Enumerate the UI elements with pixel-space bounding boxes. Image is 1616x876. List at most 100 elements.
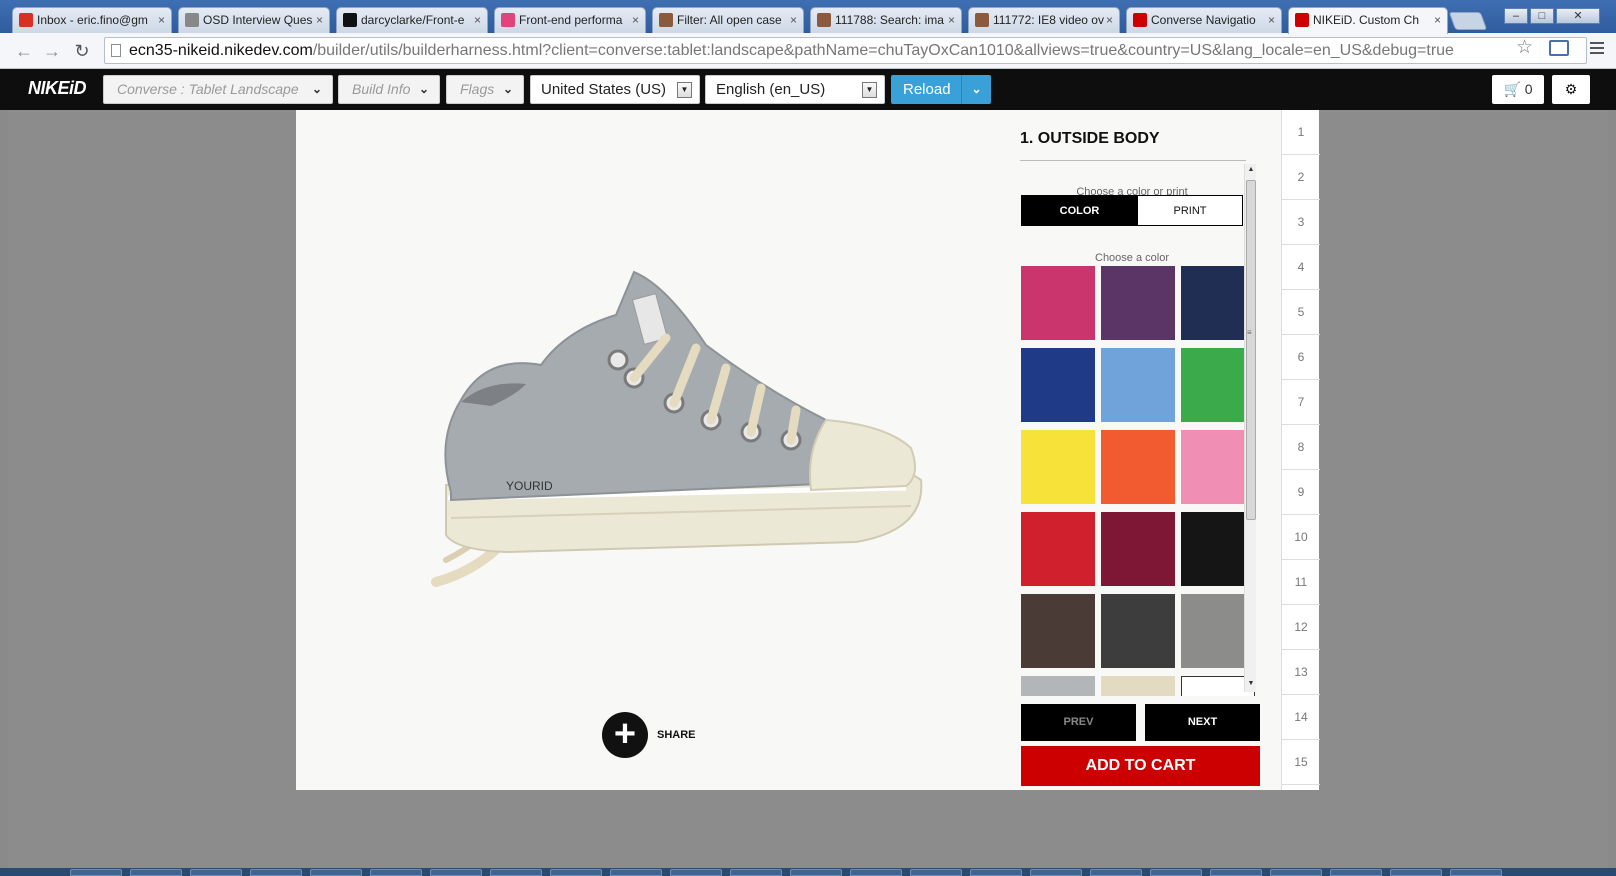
step-number[interactable]: 12 [1282, 605, 1320, 650]
taskbar-item[interactable] [1450, 869, 1502, 876]
taskbar-item[interactable] [910, 869, 962, 876]
color-swatch[interactable] [1101, 512, 1175, 586]
browser-tab[interactable]: NIKEiD. Custom Ch × [1288, 7, 1448, 34]
url-text[interactable]: ecn35-nikeid.nikedev.com/builder/utils/b… [129, 42, 1454, 60]
panel-scrollbar[interactable]: ▲ ≡ ▼ [1244, 164, 1256, 692]
print-toggle[interactable]: PRINT [1137, 195, 1243, 226]
step-number[interactable]: 5 [1282, 290, 1320, 335]
add-to-cart-button[interactable]: ADD TO CART [1021, 746, 1260, 786]
taskbar-item[interactable] [730, 869, 782, 876]
taskbar-item[interactable] [370, 869, 422, 876]
close-tab-icon[interactable]: × [1268, 8, 1275, 32]
color-swatch[interactable] [1101, 676, 1175, 696]
next-button[interactable]: NEXT [1145, 704, 1260, 741]
cart-button[interactable]: 🛒 0 [1492, 75, 1544, 104]
browser-tab[interactable]: 111772: IE8 video ov × [968, 7, 1120, 33]
close-tab-icon[interactable]: × [948, 8, 955, 32]
color-swatch[interactable] [1101, 348, 1175, 422]
close-tab-icon[interactable]: × [158, 8, 165, 32]
taskbar-item[interactable] [250, 869, 302, 876]
forward-arrow-icon[interactable]: → [41, 40, 63, 62]
prev-button[interactable]: PREV [1021, 704, 1136, 741]
browser-tab[interactable]: OSD Interview Ques × [178, 7, 330, 33]
reload-options-chevron-icon[interactable]: ⌄ [961, 75, 991, 104]
back-arrow-icon[interactable]: ← [13, 40, 35, 62]
step-number[interactable]: 13 [1282, 650, 1320, 695]
color-toggle[interactable]: COLOR [1021, 195, 1138, 226]
step-number[interactable]: 14 [1282, 695, 1320, 740]
taskbar-item[interactable] [550, 869, 602, 876]
color-swatch[interactable] [1021, 266, 1095, 340]
color-swatch[interactable] [1021, 348, 1095, 422]
taskbar-item[interactable] [490, 869, 542, 876]
color-swatch[interactable] [1101, 594, 1175, 668]
color-swatch[interactable] [1101, 430, 1175, 504]
taskbar-item[interactable] [670, 869, 722, 876]
cast-icon[interactable] [1549, 40, 1569, 56]
bookmark-star-icon[interactable]: ☆ [1516, 36, 1533, 59]
taskbar-item[interactable] [1030, 869, 1082, 876]
client-select[interactable]: Converse : Tablet Landscape ⌄ [103, 75, 333, 104]
settings-button[interactable]: ⚙ [1552, 75, 1590, 104]
reload-button[interactable]: Reload ⌄ [891, 75, 991, 104]
close-tab-icon[interactable]: × [316, 8, 323, 32]
taskbar-item[interactable] [1210, 869, 1262, 876]
taskbar-item[interactable] [1390, 869, 1442, 876]
taskbar-item[interactable] [1150, 869, 1202, 876]
color-swatch[interactable] [1021, 676, 1095, 696]
close-tab-icon[interactable]: × [474, 8, 481, 32]
language-select[interactable]: English (en_US) ▼ [705, 75, 885, 104]
taskbar-item[interactable] [190, 869, 242, 876]
options-scroll-area[interactable]: Choose a color or print COLOR PRINT Choo… [1020, 164, 1256, 696]
close-window-button[interactable]: ✕ [1556, 8, 1600, 24]
step-number[interactable]: 15 [1282, 740, 1320, 785]
color-swatch[interactable] [1101, 266, 1175, 340]
maximize-button[interactable]: □ [1530, 8, 1554, 24]
color-swatch[interactable] [1021, 512, 1095, 586]
flags-button[interactable]: Flags ⌄ [446, 75, 524, 104]
step-number[interactable]: 7 [1282, 380, 1320, 425]
step-number[interactable]: 2 [1282, 155, 1320, 200]
minimize-button[interactable]: – [1504, 8, 1528, 24]
new-tab-button[interactable] [1448, 12, 1488, 30]
scroll-thumb[interactable] [1246, 180, 1256, 520]
step-number[interactable]: 6 [1282, 335, 1320, 380]
browser-tab[interactable]: Converse Navigatio × [1126, 7, 1282, 33]
taskbar-item[interactable] [130, 869, 182, 876]
taskbar-item[interactable] [70, 869, 122, 876]
taskbar-item[interactable] [1330, 869, 1382, 876]
build-info-button[interactable]: Build Info ⌄ [338, 75, 440, 104]
taskbar-item[interactable] [970, 869, 1022, 876]
taskbar-item[interactable] [850, 869, 902, 876]
browser-tab[interactable]: Filter: All open case × [652, 7, 804, 33]
step-number[interactable]: 10 [1282, 515, 1320, 560]
step-number[interactable]: 11 [1282, 560, 1320, 605]
address-bar[interactable]: ecn35-nikeid.nikedev.com/builder/utils/b… [104, 37, 1587, 64]
taskbar-item[interactable] [1090, 869, 1142, 876]
step-number[interactable]: 1 [1282, 110, 1320, 155]
taskbar-item[interactable] [310, 869, 362, 876]
country-select[interactable]: United States (US) ▼ [530, 75, 700, 104]
browser-tab[interactable]: darcyclarke/Front-e × [336, 7, 488, 33]
taskbar-item[interactable] [430, 869, 482, 876]
browser-tab[interactable]: 111788: Search: ima × [810, 7, 962, 33]
step-number[interactable]: 9 [1282, 470, 1320, 515]
shoe-preview-image[interactable]: YOURID [366, 260, 926, 590]
menu-icon[interactable] [1590, 42, 1604, 57]
color-swatch[interactable] [1021, 594, 1095, 668]
plus-icon[interactable]: + [602, 712, 648, 758]
close-tab-icon[interactable]: × [632, 8, 639, 32]
close-tab-icon[interactable]: × [1434, 8, 1441, 32]
refresh-icon[interactable]: ↻ [71, 40, 93, 62]
close-tab-icon[interactable]: × [1106, 8, 1113, 32]
taskbar-item[interactable] [1270, 869, 1322, 876]
close-tab-icon[interactable]: × [790, 8, 797, 32]
browser-tab[interactable]: Front-end performa × [494, 7, 646, 33]
step-number[interactable]: 8 [1282, 425, 1320, 470]
color-swatch[interactable] [1021, 430, 1095, 504]
browser-tab[interactable]: Inbox - eric.fino@gm × [12, 7, 172, 33]
scroll-down-arrow-icon[interactable]: ▼ [1246, 680, 1256, 690]
taskbar-item[interactable] [790, 869, 842, 876]
taskbar-item[interactable] [610, 869, 662, 876]
step-number[interactable]: 3 [1282, 200, 1320, 245]
